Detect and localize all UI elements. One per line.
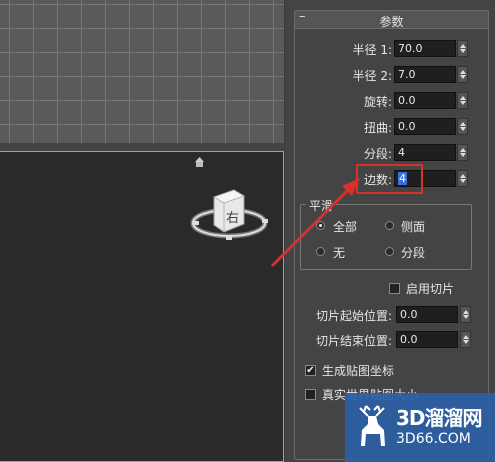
watermark-domain: 3D66.COM (396, 431, 471, 447)
viewport-divider (0, 143, 284, 151)
segments-field[interactable]: 4 (394, 144, 456, 161)
slice-on-label: 启用切片 (406, 282, 455, 296)
radius1-field[interactable]: 70.0 (394, 40, 456, 57)
segments-spinner[interactable] (457, 144, 468, 161)
param-row-rotation: 旋转: 0.0 (300, 92, 470, 109)
rollout-header[interactable]: – 参数 (295, 9, 488, 29)
smooth-none-radio[interactable] (316, 247, 325, 256)
twist-label: 扭曲: (363, 121, 392, 135)
segments-label: 分段: (363, 147, 392, 161)
rotation-label: 旋转: (363, 95, 392, 109)
smooth-sides-radio[interactable] (385, 221, 394, 230)
gen-mapping-label: 生成贴图坐标 (322, 364, 395, 378)
smooth-group-title: 平滑 (306, 197, 337, 214)
param-row-segments: 分段: 4 (300, 144, 470, 161)
param-row-radius1: 半径 1: 70.0 (300, 40, 470, 57)
smooth-none-label: 无 (333, 246, 346, 260)
radius2-spinner[interactable] (457, 66, 468, 83)
smooth-all-radio[interactable] (316, 221, 325, 230)
rollout-title: 参数 (379, 15, 404, 29)
twist-spinner[interactable] (457, 118, 468, 135)
radius2-label: 半径 2: (352, 69, 393, 83)
slice-to-spinner[interactable] (460, 331, 471, 348)
twist-field[interactable]: 0.0 (394, 118, 456, 135)
radius1-spinner[interactable] (457, 40, 468, 57)
highlight-annotation-box (356, 164, 423, 194)
param-row-twist: 扭曲: 0.0 (300, 118, 470, 135)
gen-mapping-checkbox[interactable]: ✔ (305, 365, 316, 376)
radius1-label: 半径 1: (352, 43, 393, 57)
real-world-checkbox[interactable] (305, 389, 316, 400)
top-viewport-grid[interactable] (0, 0, 284, 143)
sides-spinner[interactable] (457, 170, 468, 187)
smooth-segments-label: 分段 (401, 246, 426, 260)
slice-from-spinner[interactable] (460, 306, 471, 323)
slice-from-label: 切片起始位置: (316, 309, 393, 323)
perspective-viewport[interactable]: 右 (0, 151, 284, 462)
rotation-field[interactable]: 0.0 (394, 92, 456, 109)
watermark-brand: 3D溜溜网 (396, 406, 483, 430)
slice-to-field[interactable]: 0.0 (396, 331, 458, 348)
smooth-segments-radio[interactable] (385, 247, 394, 256)
viewcube-home-icon[interactable] (195, 157, 204, 167)
smooth-all-label: 全部 (333, 220, 358, 234)
smooth-sides-label: 侧面 (401, 220, 426, 234)
viewcube-face-label: 右 (226, 211, 239, 226)
deer-logo-icon (359, 405, 385, 446)
slice-from-field[interactable]: 0.0 (396, 306, 458, 323)
slice-to-label: 切片结束位置: (316, 334, 393, 348)
rotation-spinner[interactable] (457, 92, 468, 109)
radius2-field[interactable]: 7.0 (394, 66, 456, 83)
viewcube-gizmo[interactable]: 右 (0, 152, 284, 462)
param-row-radius2: 半径 2: 7.0 (300, 66, 470, 83)
slice-on-checkbox[interactable] (389, 283, 400, 294)
